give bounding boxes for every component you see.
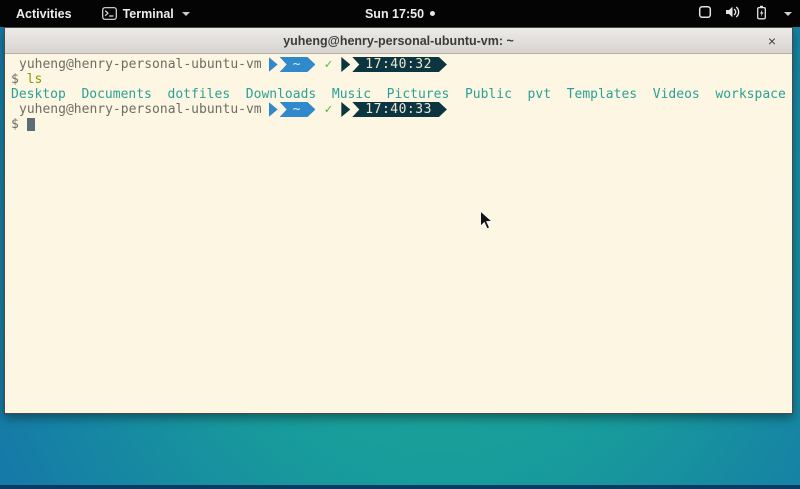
volume-icon <box>725 5 741 22</box>
prompt-symbol: $ <box>11 72 19 87</box>
display-icon <box>698 5 712 22</box>
app-menu-terminal[interactable]: Terminal <box>102 7 190 21</box>
command-line: $ ls <box>11 72 792 87</box>
app-menu-label: Terminal <box>123 7 174 21</box>
clock-label: Sun 17:50 <box>365 7 424 21</box>
powerline-chevron-icon <box>341 57 350 72</box>
notification-dot-icon <box>430 11 435 16</box>
close-button[interactable]: × <box>762 31 782 51</box>
prompt-user: yuheng@henry-personal-ubuntu-vm <box>11 102 262 117</box>
directory-entry: Desktop <box>11 87 66 102</box>
desktop: Activities Terminal Sun 17:50 <box>0 0 800 489</box>
gnome-top-bar: Activities Terminal Sun 17:50 <box>0 0 800 27</box>
terminal-content[interactable]: yuheng@henry-personal-ubuntu-vm ~ ✓ 17:4… <box>5 54 792 413</box>
directory-entry: pvt <box>528 87 551 102</box>
chevron-down-icon <box>784 12 792 16</box>
text-cursor <box>27 118 35 131</box>
prompt-path-segment: ~ <box>280 102 316 117</box>
directory-entry: Pictures <box>387 87 450 102</box>
directory-entry: Music <box>332 87 371 102</box>
directory-entry: Videos <box>653 87 700 102</box>
status-check-icon: ✓ <box>324 102 332 117</box>
prompt-user: yuheng@henry-personal-ubuntu-vm <box>11 57 262 72</box>
directory-entry: Templates <box>567 87 637 102</box>
directory-entry: workspace <box>715 87 785 102</box>
system-status-area[interactable] <box>698 5 792 23</box>
prompt-path-segment: ~ <box>280 57 316 72</box>
prompt-line-1: yuheng@henry-personal-ubuntu-vm ~ ✓ 17:4… <box>11 57 792 72</box>
powerline-chevron-icon <box>269 102 278 117</box>
status-check-icon: ✓ <box>324 57 332 72</box>
directory-entry: Public <box>465 87 512 102</box>
ls-output: Desktop Documents dotfiles Downloads Music Pi… <box>11 87 792 102</box>
command-text: ls <box>27 72 43 87</box>
chevron-down-icon <box>182 12 190 16</box>
powerline-chevron-icon <box>269 57 278 72</box>
activities-button[interactable]: Activities <box>10 5 78 23</box>
window-titlebar[interactable]: yuheng@henry-personal-ubuntu-vm: ~ × <box>5 28 792 54</box>
prompt-time-segment: 17:40:32 <box>352 57 447 72</box>
window-title: yuheng@henry-personal-ubuntu-vm: ~ <box>283 34 514 48</box>
battery-charging-icon <box>754 5 769 23</box>
mouse-pointer-icon <box>479 210 494 236</box>
prompt-time-segment: 17:40:33 <box>352 102 447 117</box>
directory-entry: dotfiles <box>168 87 231 102</box>
directory-entry: Documents <box>81 87 151 102</box>
prompt-line-2: yuheng@henry-personal-ubuntu-vm ~ ✓ 17:4… <box>11 102 792 117</box>
directory-entry: Downloads <box>246 87 316 102</box>
terminal-icon <box>102 7 117 20</box>
powerline-chevron-icon <box>341 102 350 117</box>
prompt-symbol: $ <box>11 117 19 132</box>
terminal-window: yuheng@henry-personal-ubuntu-vm: ~ × yuh… <box>4 27 793 414</box>
input-line: $ <box>11 117 792 132</box>
clock-button[interactable]: Sun 17:50 <box>365 7 435 21</box>
